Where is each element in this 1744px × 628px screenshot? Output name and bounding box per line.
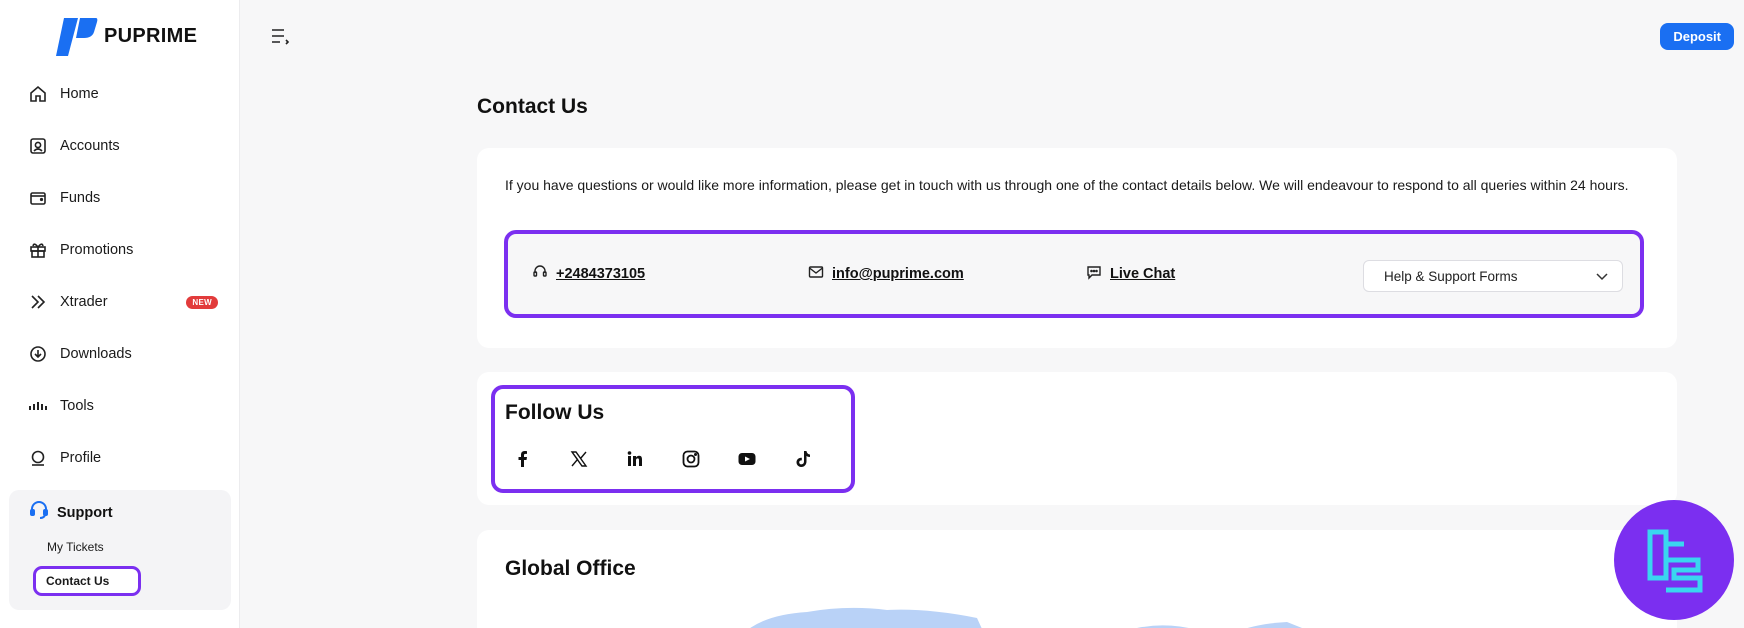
- support-section: Support My Tickets Contact Us: [9, 490, 231, 610]
- x-twitter-icon[interactable]: [561, 441, 597, 477]
- brand-name: PUPRIME: [104, 24, 198, 47]
- headset-icon: [29, 500, 49, 525]
- new-badge: NEW: [186, 296, 218, 309]
- sidebar-item-label: Downloads: [60, 346, 132, 362]
- xtrader-icon: [28, 292, 48, 312]
- menu-toggle-icon[interactable]: [270, 27, 290, 45]
- sidebar-item-accounts[interactable]: Accounts: [28, 132, 218, 160]
- follow-title: Follow Us: [505, 401, 605, 424]
- world-map-image: [750, 607, 1302, 628]
- home-icon: [28, 84, 48, 104]
- download-icon: [28, 344, 48, 364]
- contact-card: If you have questions or would like more…: [477, 148, 1677, 348]
- sidebar-item-label: Funds: [60, 190, 101, 206]
- sidebar-subitem-my-tickets[interactable]: My Tickets: [47, 540, 104, 554]
- gift-icon: [28, 240, 48, 260]
- puprime-logo-icon: [56, 18, 98, 56]
- sidebar-item-label: Promotions: [60, 242, 134, 258]
- help-support-forms-dropdown[interactable]: Help & Support Forms: [1363, 260, 1623, 292]
- follow-us-box: Follow Us: [491, 385, 855, 493]
- headset-icon: [532, 264, 548, 284]
- sidebar-item-label: Xtrader: [60, 294, 108, 310]
- sidebar-item-label: Home: [60, 86, 99, 102]
- sidebar: PUPRIME Home Accounts Funds Promotions X…: [0, 0, 240, 628]
- profile-icon: [28, 448, 48, 468]
- linkedin-icon[interactable]: [617, 441, 653, 477]
- instagram-icon[interactable]: [673, 441, 709, 477]
- email-link[interactable]: info@puprime.com: [808, 264, 964, 284]
- sidebar-item-xtrader[interactable]: Xtrader NEW: [28, 288, 218, 316]
- contact-intro-text: If you have questions or would like more…: [505, 177, 1629, 193]
- sidebar-item-promotions[interactable]: Promotions: [28, 236, 218, 264]
- sidebar-item-label: Profile: [60, 450, 102, 466]
- phone-number: +2484373105: [556, 266, 646, 282]
- corner-watermark-logo: [1614, 500, 1734, 620]
- live-chat-label: Live Chat: [1110, 266, 1176, 282]
- dropdown-selected-value: Help & Support Forms: [1384, 268, 1518, 284]
- follow-card: Follow Us: [477, 372, 1677, 505]
- tools-icon: [28, 396, 48, 416]
- sidebar-item-downloads[interactable]: Downloads: [28, 340, 218, 368]
- brand-logo[interactable]: PUPRIME: [54, 14, 197, 58]
- wallet-icon: [28, 188, 48, 208]
- sidebar-subitem-contact-us[interactable]: Contact Us: [33, 566, 141, 596]
- sidebar-item-home[interactable]: Home: [28, 80, 218, 108]
- facebook-icon[interactable]: [505, 441, 541, 477]
- account-icon: [28, 136, 48, 156]
- live-chat-link[interactable]: Live Chat: [1086, 264, 1175, 284]
- deposit-button[interactable]: Deposit: [1660, 23, 1734, 50]
- global-office-card: Global Office: [477, 530, 1677, 628]
- sidebar-item-label: Accounts: [60, 138, 120, 154]
- chevron-down-icon: [1596, 269, 1608, 284]
- phone-link[interactable]: +2484373105: [532, 264, 645, 284]
- mail-icon: [808, 264, 824, 284]
- chat-icon: [1086, 264, 1102, 284]
- sidebar-item-profile[interactable]: Profile: [28, 444, 218, 472]
- sidebar-item-label: Support: [57, 504, 113, 521]
- tiktok-icon[interactable]: [785, 441, 821, 477]
- sidebar-item-tools[interactable]: Tools: [28, 392, 218, 420]
- sidebar-item-funds[interactable]: Funds: [28, 184, 218, 212]
- sidebar-item-support[interactable]: Support: [29, 500, 113, 525]
- sidebar-item-label: Tools: [60, 398, 94, 414]
- email-address: info@puprime.com: [832, 266, 964, 282]
- youtube-icon[interactable]: [729, 441, 765, 477]
- contact-methods-bar: +2484373105 info@puprime.com Live Chat H…: [504, 230, 1644, 318]
- page-title: Contact Us: [477, 95, 588, 118]
- global-office-title: Global Office: [505, 557, 636, 580]
